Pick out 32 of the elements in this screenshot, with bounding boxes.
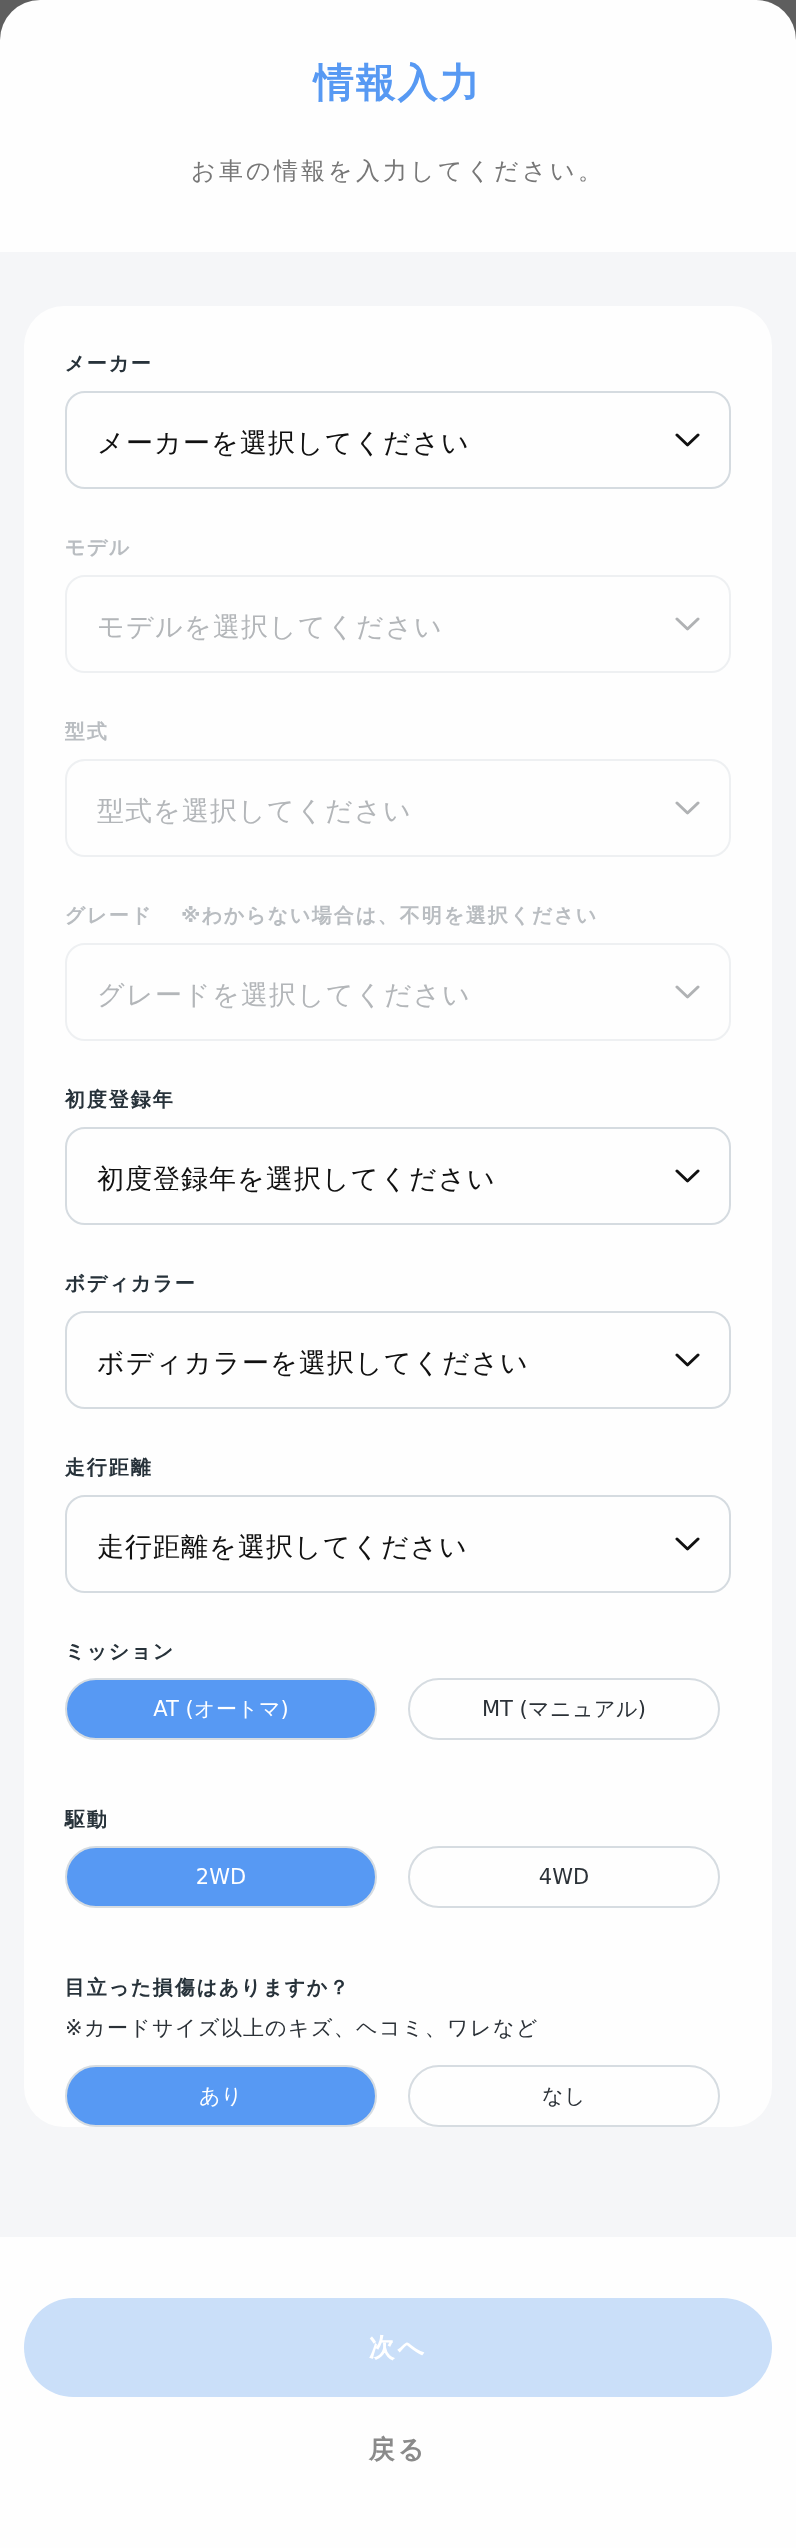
chevron-down-icon <box>675 1537 700 1551</box>
field-note: ※わからない場合は、不明を選択ください <box>181 902 599 929</box>
page-subtitle: お車の情報を入力してください。 <box>190 156 606 187</box>
chevron-down-icon <box>675 433 700 447</box>
option-button[interactable]: 4WD <box>408 1846 720 1908</box>
field-label: モデル <box>65 534 131 561</box>
option-button[interactable]: MT (マニュアル) <box>408 1678 720 1740</box>
field-label: 走行距離 <box>65 1454 153 1481</box>
chevron-down-icon <box>675 801 700 815</box>
chevron-down-icon <box>675 1353 700 1367</box>
select-field[interactable]: メーカーを選択してください <box>65 391 731 489</box>
field-label: 型式 <box>65 718 109 745</box>
option-button[interactable]: AT (オートマ) <box>65 1678 377 1740</box>
select-field[interactable]: 初度登録年を選択してください <box>65 1127 731 1225</box>
option-button[interactable]: なし <box>408 2065 720 2127</box>
field-label: 目立った損傷はありますか？ <box>65 1974 351 2001</box>
option-button[interactable]: 2WD <box>65 1846 377 1908</box>
select-field[interactable]: ボディカラーを選択してください <box>65 1311 731 1409</box>
option-button[interactable]: あり <box>65 2065 377 2127</box>
field-label: グレード <box>65 902 153 929</box>
field-label: メーカー <box>65 350 153 377</box>
field-label: 初度登録年 <box>65 1086 175 1113</box>
chevron-down-icon <box>675 617 700 631</box>
select-field[interactable]: 走行距離を選択してください <box>65 1495 731 1593</box>
back-link[interactable]: 戻る <box>368 2432 428 2466</box>
field-note: ※カードサイズ以上のキズ、ヘコミ、ワレなど <box>65 2015 540 2042</box>
field-label: ミッション <box>65 1638 175 1665</box>
chevron-down-icon <box>675 1169 700 1183</box>
page-title: 情報入力 <box>311 58 483 107</box>
chevron-down-icon <box>675 985 700 999</box>
field-label: ボディカラー <box>65 1270 197 1297</box>
field-label: 駆動 <box>65 1806 109 1833</box>
